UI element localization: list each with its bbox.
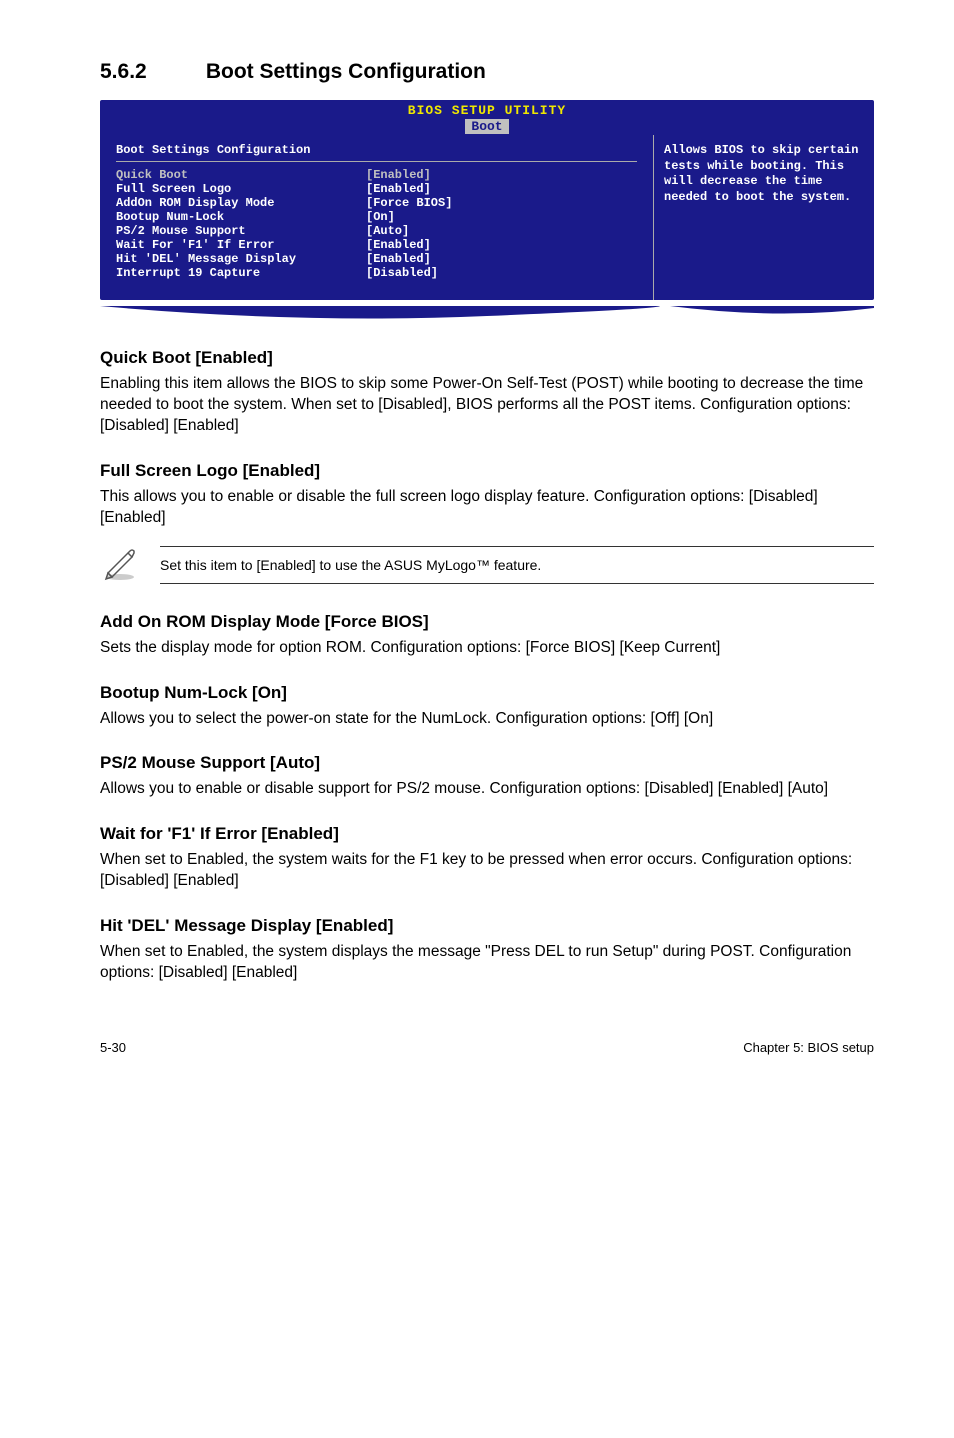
heading-numlock: Bootup Num-Lock [On] xyxy=(100,683,874,703)
bios-setting-value: [Enabled] xyxy=(366,182,431,196)
bios-setting-row: Full Screen Logo[Enabled] xyxy=(116,182,637,196)
body-wait-f1: When set to Enabled, the system waits fo… xyxy=(100,850,874,892)
heading-addon: Add On ROM Display Mode [Force BIOS] xyxy=(100,612,874,632)
bios-setting-row: AddOn ROM Display Mode[Force BIOS] xyxy=(116,196,637,210)
bios-setting-row: Quick Boot[Enabled] xyxy=(116,168,637,182)
section-heading: 5.6.2 Boot Settings Configuration xyxy=(100,60,874,84)
section-title-text: Boot Settings Configuration xyxy=(206,60,486,83)
note-box: Set this item to [Enabled] to use the AS… xyxy=(100,543,874,588)
bios-setting-value: [Force BIOS] xyxy=(366,196,452,210)
bios-setting-value: [Auto] xyxy=(366,224,409,238)
body-addon: Sets the display mode for option ROM. Co… xyxy=(100,638,874,659)
bios-setting-label: Wait For 'F1' If Error xyxy=(116,238,366,252)
bios-setting-value: [Disabled] xyxy=(366,266,438,280)
body-hit-del: When set to Enabled, the system displays… xyxy=(100,942,874,984)
heading-wait-f1: Wait for 'F1' If Error [Enabled] xyxy=(100,824,874,844)
bios-panel-heading: Boot Settings Configuration xyxy=(116,143,637,162)
bios-help-text: Allows BIOS to skip certain tests while … xyxy=(664,143,864,205)
bios-setting-label: AddOn ROM Display Mode xyxy=(116,196,366,210)
bios-setting-row: Wait For 'F1' If Error[Enabled] xyxy=(116,238,637,252)
bios-setting-row: PS/2 Mouse Support[Auto] xyxy=(116,224,637,238)
section-number: 5.6.2 xyxy=(100,60,200,84)
bios-setting-row: Interrupt 19 Capture[Disabled] xyxy=(116,266,637,280)
body-numlock: Allows you to select the power-on state … xyxy=(100,709,874,730)
bios-setting-value: [Enabled] xyxy=(366,238,431,252)
bios-setting-row: Hit 'DEL' Message Display[Enabled] xyxy=(116,252,637,266)
footer-chapter: Chapter 5: BIOS setup xyxy=(743,1040,874,1055)
bios-setting-value: [On] xyxy=(366,210,395,224)
heading-ps2: PS/2 Mouse Support [Auto] xyxy=(100,753,874,773)
body-ps2: Allows you to enable or disable support … xyxy=(100,779,874,800)
bios-tab-boot: Boot xyxy=(465,119,508,134)
body-full-screen: This allows you to enable or disable the… xyxy=(100,487,874,529)
bios-setting-label: Interrupt 19 Capture xyxy=(116,266,366,280)
note-text: Set this item to [Enabled] to use the AS… xyxy=(160,546,874,584)
bios-rows-container: Quick Boot[Enabled]Full Screen Logo[Enab… xyxy=(116,168,637,280)
footer-page-number: 5-30 xyxy=(100,1040,126,1055)
bios-setting-label: Hit 'DEL' Message Display xyxy=(116,252,366,266)
bios-setting-label: Quick Boot xyxy=(116,168,366,182)
bios-title-bar: BIOS SETUP UTILITY Boot xyxy=(100,100,874,135)
bios-setting-value: [Enabled] xyxy=(366,252,431,266)
bios-setting-label: Full Screen Logo xyxy=(116,182,366,196)
bios-title-text: BIOS SETUP UTILITY xyxy=(100,103,874,118)
heading-full-screen: Full Screen Logo [Enabled] xyxy=(100,461,874,481)
bios-setting-label: PS/2 Mouse Support xyxy=(116,224,366,238)
note-pencil-icon xyxy=(100,543,160,588)
bios-help-panel: Allows BIOS to skip certain tests while … xyxy=(653,135,874,300)
bios-setting-label: Bootup Num-Lock xyxy=(116,210,366,224)
body-quick-boot: Enabling this item allows the BIOS to sk… xyxy=(100,374,874,437)
bios-screenshot: BIOS SETUP UTILITY Boot Boot Settings Co… xyxy=(100,100,874,300)
heading-hit-del: Hit 'DEL' Message Display [Enabled] xyxy=(100,916,874,936)
page-footer: 5-30 Chapter 5: BIOS setup xyxy=(100,1034,874,1055)
bios-left-panel: Boot Settings Configuration Quick Boot[E… xyxy=(100,135,653,300)
bios-bottom-curve xyxy=(100,306,874,324)
bios-setting-row: Bootup Num-Lock[On] xyxy=(116,210,637,224)
heading-quick-boot: Quick Boot [Enabled] xyxy=(100,348,874,368)
bios-setting-value: [Enabled] xyxy=(366,168,431,182)
